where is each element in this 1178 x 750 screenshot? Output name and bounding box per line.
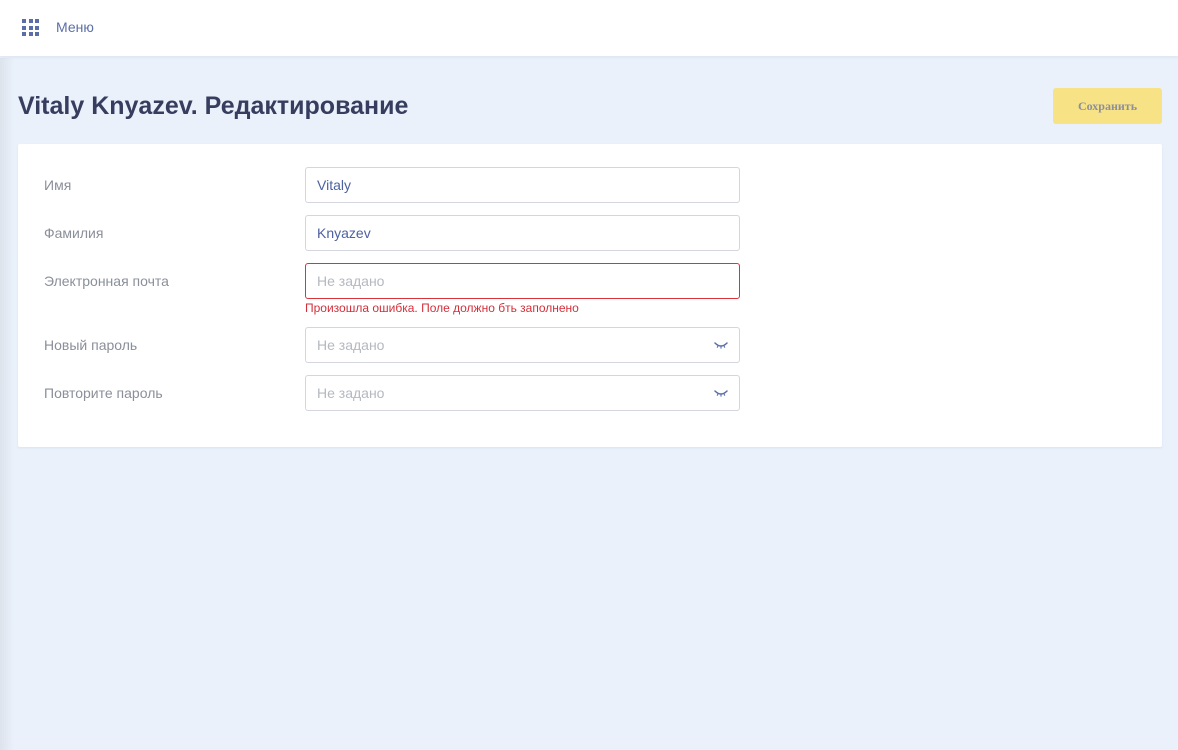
last-name-label: Фамилия [44,225,104,241]
repeat-password-row: Повторите пароль [18,375,1162,411]
top-bar: Меню [0,0,1178,56]
eye-closed-icon[interactable] [714,388,728,398]
first-name-label: Имя [44,177,72,193]
repeat-password-input[interactable] [305,375,740,411]
page-title: Vitaly Knyazev. Редактирование [18,92,409,120]
new-password-input[interactable] [305,327,740,363]
left-edge-shadow [0,58,14,750]
last-name-input[interactable] [305,215,740,251]
eye-closed-icon[interactable] [714,340,728,350]
grid-icon [22,19,39,36]
email-label: Электронная почта [44,273,169,289]
menu-button[interactable]: Меню [22,19,94,36]
repeat-password-label: Повторите пароль [44,385,163,401]
save-button[interactable]: Сохранить [1053,88,1162,124]
new-password-row: Новый пароль [18,327,1162,363]
first-name-row: Имя [18,167,1162,203]
last-name-row: Фамилия [18,215,1162,251]
email-error-message: Произошла ошибка. Поле должно бть заполн… [305,301,579,315]
email-input[interactable] [305,263,740,299]
menu-label: Меню [56,19,94,35]
first-name-input[interactable] [305,167,740,203]
email-row: Электронная почта [18,263,1162,299]
new-password-label: Новый пароль [44,337,138,353]
edit-form-card: Имя Фамилия Электронная почта Произошла … [18,144,1162,447]
